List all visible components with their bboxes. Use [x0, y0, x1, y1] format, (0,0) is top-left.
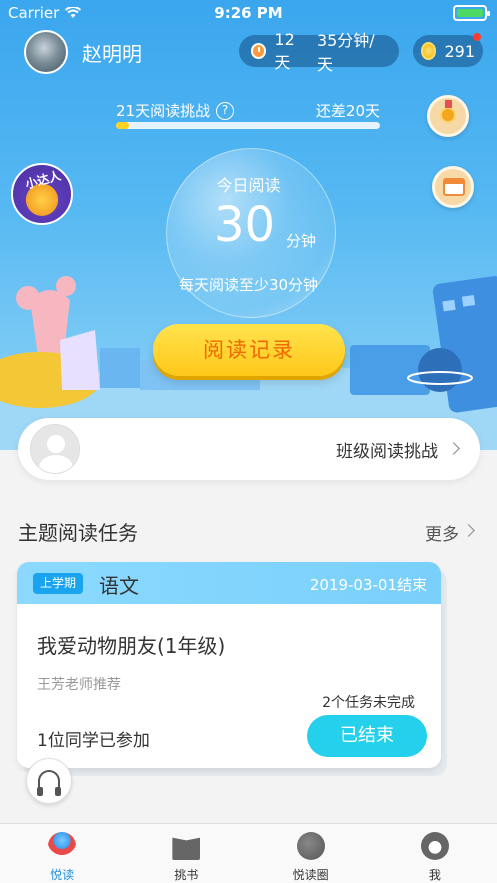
task-subject: 语文	[99, 574, 139, 598]
tab-reading-circle[interactable]: 悦读圈	[249, 824, 373, 883]
challenge-remaining: 还差20天	[315, 102, 380, 120]
ufo-icon	[48, 832, 77, 860]
today-minutes: 30	[214, 197, 276, 253]
planet-icon	[296, 832, 325, 860]
task-card[interactable]: 上学期 语文 2019-03-01结束 我爱动物朋友(1年级) 王芳老师推荐 2…	[17, 562, 441, 768]
class-challenge-card[interactable]: 班级阅读挑战	[18, 418, 480, 480]
tab-me[interactable]: 我	[373, 824, 497, 883]
coins-pill[interactable]: 291	[413, 33, 483, 67]
notification-dot	[473, 33, 481, 41]
book-icon	[172, 837, 201, 860]
challenge-progress-fill	[116, 122, 130, 129]
term-badge: 上学期	[33, 573, 84, 594]
medal-button[interactable]	[427, 95, 469, 137]
reading-record-button[interactable]: 阅读记录	[153, 324, 345, 376]
task-teacher: 王芳老师推荐	[37, 677, 121, 693]
more-link[interactable]: 更多	[425, 520, 459, 545]
task-card-header: 上学期 语文 2019-03-01结束	[17, 562, 441, 604]
daily-hint: 每天阅读至少30分钟	[178, 276, 319, 294]
streak-days: 12天	[274, 29, 295, 72]
tab-label: 悦读圈	[292, 868, 329, 882]
section-title: 主题阅读任务	[18, 521, 138, 545]
help-icon[interactable]: ?	[216, 101, 235, 120]
tab-label: 我	[428, 868, 441, 882]
status-bar: Carrier 9:26 PM	[0, 0, 497, 26]
more-chevron-icon[interactable]	[462, 524, 475, 537]
task-incomplete-count: 2个任务未完成	[322, 695, 415, 711]
class-avatar	[30, 424, 80, 474]
headset-icon	[37, 770, 61, 796]
task-title: 我爱动物朋友(1年级)	[37, 634, 226, 658]
class-challenge-label: 班级阅读挑战	[336, 442, 438, 462]
status-time: 9:26 PM	[214, 4, 283, 22]
challenge-title: 21天阅读挑战	[116, 102, 211, 120]
customer-service-button[interactable]	[26, 758, 72, 804]
tab-bar: 悦读 挑书 悦读圈 我	[0, 823, 497, 883]
tab-choose-books[interactable]: 挑书	[124, 824, 248, 883]
tab-label: 悦读	[50, 868, 75, 882]
username: 赵明明	[82, 42, 142, 66]
today-reading-label: 今日阅读	[216, 176, 281, 195]
hero-banner: Carrier 9:26 PM 赵明明 12天 35分钟/天 291 21天阅读…	[0, 0, 497, 450]
medal-icon	[440, 100, 456, 123]
challenge-progress-bar	[116, 122, 380, 129]
daily-goal: 35分钟/天	[316, 31, 375, 74]
minutes-unit: 分钟	[286, 232, 317, 250]
user-avatar[interactable]	[24, 30, 68, 74]
robot-icon	[420, 832, 449, 860]
tab-reading[interactable]: 悦读	[0, 824, 124, 883]
coin-icon	[421, 42, 437, 60]
streak-pill[interactable]: 12天 35分钟/天	[239, 30, 399, 74]
alarm-clock-icon	[251, 43, 267, 59]
tab-label: 挑书	[174, 868, 199, 882]
battery-icon	[453, 5, 490, 21]
chevron-right-icon	[447, 442, 460, 455]
task-status-button[interactable]: 已结束	[307, 715, 427, 757]
task-joined-count: 1位同学已参加	[37, 731, 150, 751]
challenge-label: 21天阅读挑战 ?	[116, 100, 235, 121]
coin-count: 291	[444, 41, 475, 61]
task-end-date: 2019-03-01结束	[309, 576, 427, 594]
